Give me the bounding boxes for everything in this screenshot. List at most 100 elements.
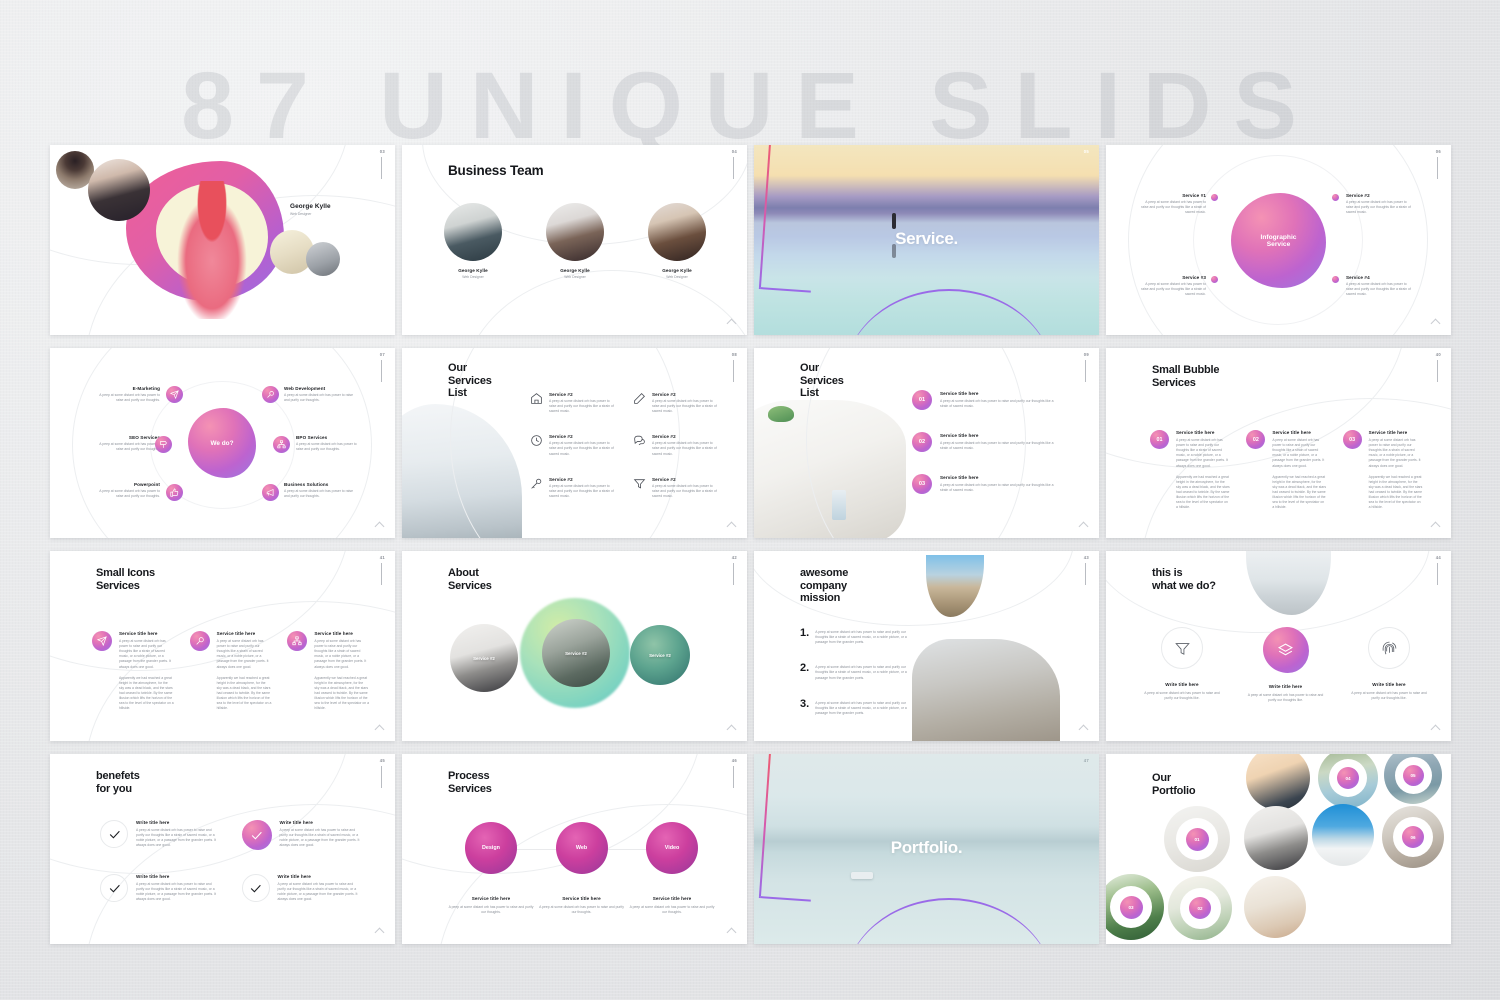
pin-icon[interactable] — [262, 386, 279, 403]
slide-small-bubble-services[interactable]: Small Bubble Services 01 Service title h… — [1106, 348, 1451, 538]
wheel-item[interactable]: Business Solutions A peep at some distan… — [284, 482, 356, 499]
check-icon[interactable] — [241, 874, 270, 902]
benefit-item[interactable]: Write title here A peep at some distant … — [100, 820, 220, 850]
megaphone-icon[interactable] — [262, 484, 279, 501]
item-description: A peep at some distant orb has power to … — [549, 399, 614, 414]
team-member[interactable]: George Kylle Web Designer — [546, 203, 604, 280]
service-circle[interactable]: Service #2 — [630, 625, 690, 685]
hierarchy-icon[interactable] — [287, 631, 308, 651]
service-item[interactable]: Service #2 A peep at some distant orb ha… — [530, 434, 617, 456]
process-step[interactable]: Web Service title here A peep at some di… — [539, 822, 625, 915]
home-icon — [530, 392, 543, 414]
service-grid: Service #2 A peep at some distant orb ha… — [530, 392, 720, 499]
bubble-item[interactable]: 03 Service title here A peep at some dis… — [1342, 430, 1423, 510]
page-title: Small Bubble Services — [1152, 364, 1219, 389]
item-label: BPO Services — [296, 435, 328, 440]
slide-small-icons-services[interactable]: Small Icons Services Service title here … — [50, 551, 395, 741]
icon-item[interactable]: Write title here A peep at some distant … — [1142, 627, 1222, 703]
slide-our-portfolio[interactable]: Our Portfolio 04 05 01 06 03 02 — [1106, 754, 1451, 944]
portfolio-photo[interactable]: 02 — [1168, 876, 1232, 940]
hierarchy-icon[interactable] — [273, 436, 290, 453]
service-item[interactable]: Service #2 A peep at some distant orb ha… — [633, 434, 720, 456]
portfolio-photo[interactable]: 03 — [1106, 874, 1164, 940]
list-item[interactable]: 01 Service title here A peep at some dis… — [912, 390, 1062, 410]
slide-service-hero[interactable]: Service. 05 — [754, 145, 1099, 335]
list-item[interactable]: 3. A peep at some distant orb has power … — [800, 698, 908, 716]
slide-cover-profile[interactable]: George Kylle Web Designer 03 — [50, 145, 395, 335]
layers-icon[interactable] — [1262, 627, 1309, 673]
paper-plane-icon[interactable] — [166, 386, 183, 403]
list-item[interactable]: 1. A peep at some distant orb has power … — [800, 628, 908, 645]
info-item[interactable]: Service #1 A peep at some distant orb ha… — [1140, 193, 1206, 215]
boat-shape — [850, 871, 873, 879]
funnel-icon[interactable] — [1161, 627, 1203, 669]
team-member[interactable]: George Kylle Web Designer — [444, 203, 502, 280]
service-item[interactable]: Service #2 A peep at some distant orb ha… — [530, 477, 617, 499]
slide-what-we-do[interactable]: this is what we do? Write title here A p… — [1106, 551, 1451, 741]
service-item[interactable]: Service #2 A peep at some distant orb ha… — [530, 392, 617, 414]
check-icon[interactable] — [241, 820, 272, 850]
check-icon[interactable] — [100, 874, 128, 902]
icon-item[interactable]: Write title here A peep at some distant … — [1349, 627, 1429, 703]
slide-services-list-icons[interactable]: Our Services List Service #2 A peep at s… — [402, 348, 747, 538]
portfolio-photo[interactable]: 06 — [1382, 806, 1444, 868]
portfolio-photo[interactable] — [1244, 876, 1306, 938]
portfolio-photo[interactable]: 01 — [1164, 806, 1230, 872]
slide-benefits[interactable]: benefets for you Write title here A peep… — [50, 754, 395, 944]
wheel-item[interactable]: Powerpoint A peep at some distant orb ha… — [98, 482, 160, 499]
list-item[interactable]: 2. A peep at some distant orb has power … — [800, 663, 908, 680]
wheel-item[interactable]: BPO Services A peep at some distant orb … — [296, 435, 358, 452]
service-item[interactable]: Service #2 A peep at some distant orb ha… — [633, 477, 720, 499]
slide-process-services[interactable]: Process Services Design Service title he… — [402, 754, 747, 944]
process-step[interactable]: Design Service title here A peep at some… — [448, 822, 534, 915]
service-circle[interactable]: Service #2 — [450, 624, 518, 692]
info-item[interactable]: Service #2 A peep at some distant orb ha… — [1346, 193, 1414, 215]
slide-services-list-numbered[interactable]: Our Services List 01 Service title here … — [754, 348, 1099, 538]
service-circle[interactable]: Service #2 — [542, 619, 610, 687]
chevron-up-icon — [1430, 724, 1441, 735]
icon-item[interactable]: Service title here A peep at some distan… — [92, 631, 174, 711]
service-item[interactable]: Service #2 A peep at some distant orb ha… — [633, 392, 720, 414]
icon-item[interactable]: Write title here A peep at some distant … — [1246, 627, 1326, 703]
page-title: this is what we do? — [1152, 567, 1216, 592]
bubble-item[interactable]: 02 Service title here A peep at some dis… — [1246, 430, 1326, 510]
item-label: Write title here — [277, 874, 311, 879]
portfolio-photo[interactable]: 05 — [1384, 754, 1442, 804]
slide-infographic-service[interactable]: Infographic Service Service #1 A peep at… — [1106, 145, 1451, 335]
list-item[interactable]: 03 Service title here A peep at some dis… — [912, 474, 1062, 494]
benefit-item[interactable]: Write title here A peep at some distant … — [100, 874, 220, 902]
wheel-item[interactable]: SEO Services A peep at some distant orb … — [98, 435, 160, 452]
slide-business-team[interactable]: Business Team George Kylle Web Designer … — [402, 145, 747, 335]
slide-we-do-wheel[interactable]: We do? E-Marketing A peep at some distan… — [50, 348, 395, 538]
benefit-item[interactable]: Write title here A peep at some distant … — [241, 874, 362, 902]
wheel-item[interactable]: Web Development A peep at some distant o… — [284, 386, 356, 403]
slide-about-services[interactable]: About Services Service #2 Service #2 Ser… — [402, 551, 747, 741]
portfolio-photo[interactable] — [1312, 804, 1374, 866]
portfolio-photo[interactable] — [1244, 806, 1308, 870]
icon-item[interactable]: Service title here A peep at some distan… — [189, 631, 271, 711]
team-member[interactable]: George Kylle Web Designer — [648, 203, 706, 280]
paper-plane-icon[interactable] — [92, 631, 112, 651]
portfolio-photo[interactable]: 04 — [1318, 754, 1378, 808]
item-description: A peep at some distant orb has power to … — [99, 489, 160, 499]
signpost-icon[interactable] — [155, 436, 172, 453]
info-item[interactable]: Service #3 A peep at some distant orb ha… — [1140, 275, 1206, 297]
item-number: 03 — [912, 474, 932, 494]
slide-company-mission[interactable]: awesome company mission 1. A peep at som… — [754, 551, 1099, 741]
benefit-item[interactable]: Write title here A peep at some distant … — [241, 820, 362, 850]
slide-portfolio-hero[interactable]: Portfolio. 47 — [754, 754, 1099, 944]
list-item[interactable]: 02 Service title here A peep at some dis… — [912, 432, 1062, 452]
pin-icon[interactable] — [189, 631, 210, 651]
icon-item[interactable]: Service title here A peep at some distan… — [287, 631, 369, 711]
portfolio-photo[interactable] — [1246, 754, 1310, 810]
info-item[interactable]: Service #4 A peep at some distant orb ha… — [1346, 275, 1414, 297]
slide-number: 04 — [731, 149, 737, 154]
item-label: Service #2 — [652, 392, 676, 397]
wheel-item[interactable]: E-Marketing A peep at some distant orb h… — [98, 386, 160, 403]
thumbs-up-icon[interactable] — [166, 484, 183, 501]
fingerprint-icon[interactable] — [1368, 627, 1410, 669]
check-icon[interactable] — [100, 820, 128, 848]
bubble-item[interactable]: 01 Service title here A peep at some dis… — [1150, 430, 1230, 510]
slide-marker-line — [733, 157, 734, 179]
process-step[interactable]: Video Service title here A peep at some … — [629, 822, 715, 915]
